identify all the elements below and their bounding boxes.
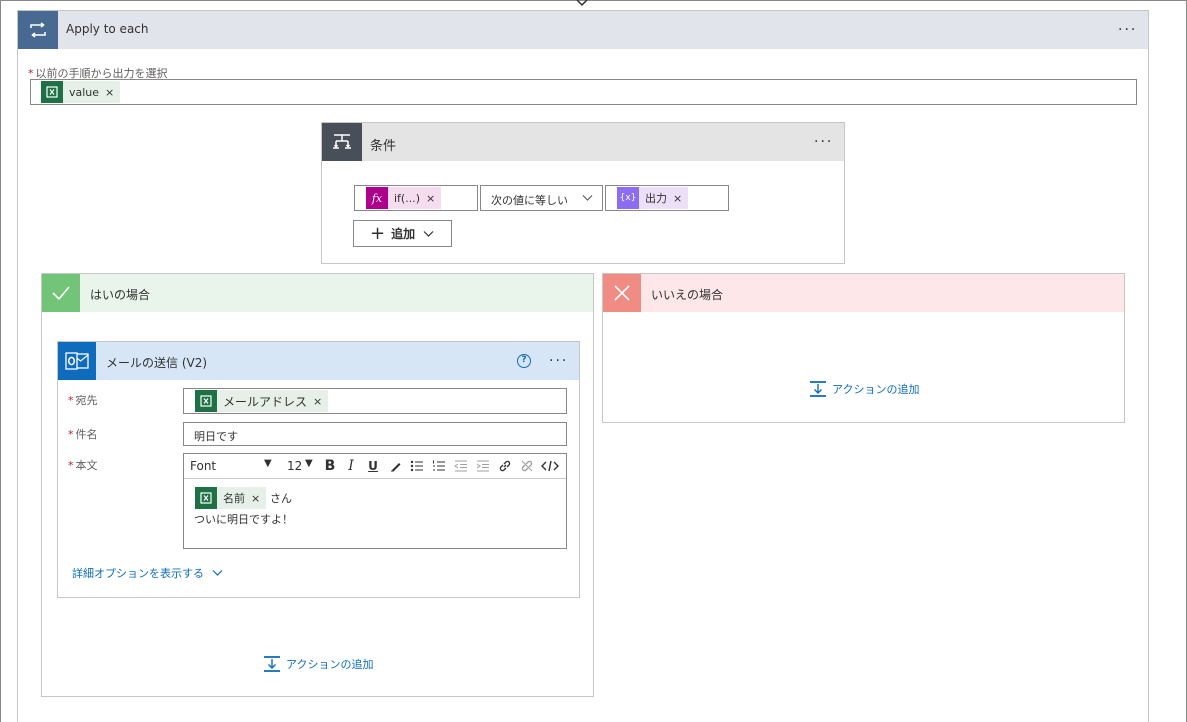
outdent-icon[interactable]	[451, 456, 471, 476]
to-input[interactable]: メールアドレス ×	[183, 388, 567, 414]
condition-right-input[interactable]: {x} 出力 ×	[605, 185, 729, 211]
subject-input[interactable]: 明日です	[183, 422, 567, 446]
show-advanced-options-link[interactable]: 詳細オプションを表示する	[72, 565, 223, 581]
font-size-select[interactable]: 12 ▼	[285, 456, 317, 476]
link-icon[interactable]	[495, 456, 515, 476]
condition-left-input[interactable]: fx if(...) ×	[354, 185, 478, 211]
body-suffix-text: さん	[270, 492, 292, 505]
bullet-list-icon[interactable]	[407, 456, 427, 476]
yes-add-action-link[interactable]: アクションの追加	[263, 655, 373, 673]
variable-token[interactable]: {x} 出力 ×	[617, 187, 689, 209]
body-editor[interactable]: Font ▼ 12 ▼ B I U 名前 × さん ついに明日ですよ！	[183, 453, 567, 549]
email-address-token[interactable]: メールアドレス ×	[195, 390, 329, 412]
send-mail-header[interactable]: メールの送信 (V2) ? ···	[58, 342, 579, 380]
condition-header[interactable]: 条件 ···	[322, 123, 844, 161]
no-branch-card: いいえの場合 アクションの追加	[602, 273, 1125, 423]
connector-arrow-icon	[576, 0, 588, 7]
select-output-input[interactable]: value ×	[30, 79, 1137, 105]
code-view-icon[interactable]	[538, 456, 562, 476]
condition-title: 条件	[370, 139, 397, 154]
caret-down-icon: ▼	[305, 458, 313, 469]
toolbar-divider	[184, 478, 566, 479]
help-icon[interactable]: ?	[517, 354, 531, 368]
no-branch-header[interactable]: いいえの場合	[603, 274, 1124, 312]
remove-token-icon[interactable]: ×	[313, 395, 322, 408]
no-add-action-link[interactable]: アクションの追加	[809, 380, 919, 398]
more-options-icon[interactable]: ···	[1118, 23, 1137, 37]
condition-icon	[322, 123, 362, 161]
name-token[interactable]: 名前 ×	[195, 487, 267, 509]
no-branch-title: いいえの場合	[651, 288, 724, 302]
value-token[interactable]: value ×	[41, 81, 121, 103]
bold-icon[interactable]: B	[320, 456, 340, 476]
excel-icon	[41, 81, 63, 103]
numbered-list-icon[interactable]	[429, 456, 449, 476]
close-icon	[603, 274, 641, 312]
remove-token-icon[interactable]: ×	[105, 86, 114, 99]
send-mail-card: メールの送信 (V2) ? ··· * 宛先 メールアドレス × * 件名 明日です…	[57, 341, 580, 598]
to-label: * 宛先	[68, 394, 98, 407]
expression-token[interactable]: fx if(...) ×	[366, 187, 442, 209]
excel-icon	[195, 390, 217, 412]
outlook-icon	[58, 342, 96, 380]
yes-branch-card: はいの場合 メールの送信 (V2) ? ··· * 宛先 メールアドレス × *…	[41, 273, 594, 697]
remove-token-icon[interactable]: ×	[426, 192, 435, 205]
plus-icon: +	[370, 222, 386, 244]
variable-icon: {x}	[617, 187, 639, 209]
caret-down-icon: ▼	[264, 458, 272, 469]
loop-icon	[18, 11, 58, 49]
subject-label: * 件名	[68, 428, 98, 441]
remove-token-icon[interactable]: ×	[251, 492, 260, 505]
more-options-icon[interactable]: ···	[814, 135, 833, 149]
more-options-icon[interactable]: ···	[549, 354, 568, 368]
body-line-2: ついに明日ですよ！	[194, 513, 293, 526]
chevron-down-icon	[423, 230, 434, 237]
rich-text-toolbar: Font ▼ 12 ▼ B I U	[184, 454, 566, 478]
italic-icon[interactable]: I	[341, 456, 361, 476]
add-condition-button[interactable]: + 追加	[353, 220, 452, 247]
highlight-pen-icon[interactable]	[386, 456, 406, 476]
remove-token-icon[interactable]: ×	[673, 192, 682, 205]
apply-to-each-title: Apply to each	[66, 22, 149, 36]
check-icon	[42, 274, 80, 312]
font-family-select[interactable]: Font ▼	[188, 456, 280, 476]
excel-icon	[195, 487, 217, 509]
add-action-icon	[264, 656, 280, 672]
apply-to-each-header[interactable]: Apply to each ···	[18, 11, 1148, 49]
indent-icon[interactable]	[473, 456, 493, 476]
add-action-icon	[810, 381, 826, 397]
unlink-icon[interactable]	[517, 456, 537, 476]
yes-branch-header[interactable]: はいの場合	[42, 274, 593, 312]
operator-select[interactable]: 次の値に等しい	[480, 185, 603, 211]
condition-card: 条件 ··· fx if(...) × 次の値に等しい {x} 出力 × + 追…	[321, 122, 845, 264]
yes-branch-title: はいの場合	[90, 288, 151, 302]
chevron-down-icon	[212, 570, 223, 576]
underline-icon[interactable]: U	[363, 456, 383, 476]
send-mail-title: メールの送信 (V2)	[106, 356, 208, 370]
chevron-down-icon	[582, 195, 593, 201]
fx-icon: fx	[366, 187, 388, 209]
body-label: * 本文	[68, 459, 98, 472]
